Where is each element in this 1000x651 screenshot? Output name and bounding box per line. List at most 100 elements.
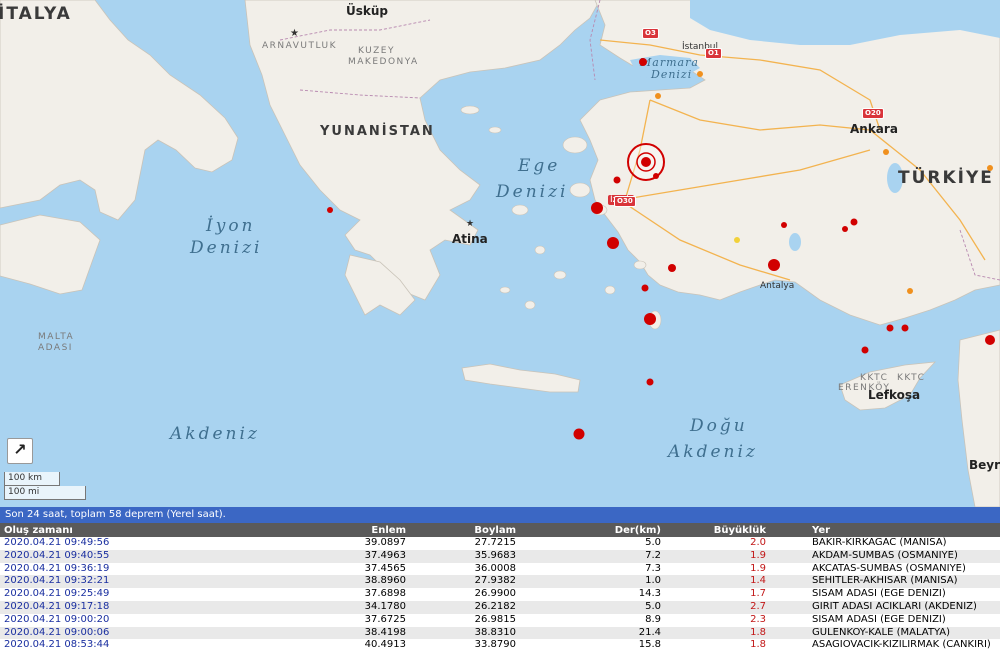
col-mag[interactable]: Büyüklük — [665, 523, 770, 537]
cell-time: 2020.04.21 09:36:19 — [4, 562, 110, 574]
table-row[interactable]: 2020.04.21 08:53:44 40.4913 33.8790 15.8… — [0, 639, 1000, 651]
cell-lat: 40.4913 — [364, 639, 406, 651]
cell-time: 2020.04.21 09:17:18 — [4, 600, 110, 612]
land-levant — [957, 329, 1000, 507]
table-row[interactable]: 2020.04.21 09:32:21 38.8960 27.9382 1.0 … — [0, 575, 1000, 589]
cell-mag: 2.7 — [750, 600, 766, 612]
cell-location: SISAM ADASI (EGE DENIZI) — [812, 613, 946, 625]
label-ionian-2: Denizi — [190, 238, 263, 258]
lake-beysehir — [789, 233, 801, 251]
cell-location: BAKIR-KIRKAGAC (MANISA) — [812, 537, 947, 548]
earthquake-list-panel: Son 24 saat, toplam 58 deprem (Yerel saa… — [0, 507, 1000, 651]
cell-lon: 26.9900 — [474, 588, 516, 600]
cell-lon: 38.8310 — [474, 626, 516, 638]
cell-time: 2020.04.21 09:25:49 — [4, 588, 110, 600]
label-aegean-2: Denizi — [496, 182, 569, 202]
label-east-med-1: Doğu — [690, 416, 748, 436]
cell-lat: 37.4963 — [364, 549, 406, 561]
road-shield-o3: O3 — [642, 28, 659, 39]
capital-star-icon: ★ — [290, 28, 299, 39]
cell-lat: 38.4198 — [364, 626, 406, 638]
label-kktc-2: KKTC — [897, 373, 926, 383]
cell-time: 2020.04.21 08:53:44 — [4, 639, 110, 651]
cell-lon: 36.0008 — [474, 562, 516, 574]
table-row[interactable]: 2020.04.21 09:00:20 37.6725 26.9815 8.9 … — [0, 613, 1000, 627]
table-row[interactable]: 2020.04.21 09:00:06 38.4198 38.8310 21.4… — [0, 626, 1000, 640]
cell-time: 2020.04.21 09:00:20 — [4, 613, 110, 625]
cell-lat: 37.4565 — [364, 562, 406, 574]
cell-lat: 39.0897 — [364, 537, 406, 548]
label-beirut: Beyr — [969, 458, 1000, 472]
label-malta-2: ADASI — [38, 343, 73, 353]
cell-depth: 1.0 — [645, 575, 661, 587]
expand-map-button[interactable]: ↗ — [7, 438, 33, 464]
cell-location: GULENKOY-KALE (MALATYA) — [812, 626, 951, 638]
col-lat[interactable]: Enlem — [250, 523, 410, 537]
col-location[interactable]: Yer — [770, 523, 1000, 537]
arrow-expand-icon: ↗ — [13, 440, 27, 459]
cell-time: 2020.04.21 09:49:56 — [4, 537, 110, 548]
cell-depth: 5.0 — [645, 537, 661, 548]
cell-depth: 7.2 — [645, 549, 661, 561]
cell-mag: 1.8 — [750, 639, 766, 651]
scale-km: 100 km — [4, 472, 60, 486]
cell-depth: 21.4 — [638, 626, 661, 638]
road-shield-o30: O30 — [614, 196, 636, 207]
land-italy — [0, 0, 239, 221]
col-depth[interactable]: Der(km) — [520, 523, 665, 537]
cell-depth: 15.8 — [638, 639, 661, 651]
scale-bar: 100 km 100 mi — [4, 472, 86, 500]
cell-mag: 2.3 — [750, 613, 766, 625]
label-skopje: Üsküp — [346, 4, 388, 18]
label-greece: YUNANİSTAN — [320, 124, 435, 139]
cell-lon: 33.8790 — [474, 639, 516, 651]
table-row[interactable]: 2020.04.21 09:17:18 34.1780 26.2182 5.0 … — [0, 600, 1000, 614]
cell-time: 2020.04.21 09:00:06 — [4, 626, 110, 638]
earthquake-table: Oluş zamanı Enlem Boylam Der(km) Büyüklü… — [0, 523, 1000, 651]
cell-time: 2020.04.21 09:40:55 — [4, 549, 110, 561]
label-malta-1: MALTA — [38, 332, 75, 342]
label-antalya: Antalya — [760, 281, 795, 291]
land-sicily — [0, 214, 101, 295]
table-row[interactable]: 2020.04.21 09:40:55 37.4963 35.9683 7.2 … — [0, 549, 1000, 563]
cell-mag: 2.0 — [750, 537, 766, 548]
cell-lon: 26.2182 — [474, 600, 516, 612]
cell-lon: 35.9683 — [474, 549, 516, 561]
cell-mag: 1.9 — [750, 562, 766, 574]
label-aegean-1: Ege — [518, 156, 561, 176]
cell-mag: 1.9 — [750, 549, 766, 561]
cell-mag: 1.8 — [750, 626, 766, 638]
cell-lon: 26.9815 — [474, 613, 516, 625]
label-ankara: Ankara — [850, 122, 898, 136]
cell-location: SEHITLER-AKHISAR (MANISA) — [812, 575, 958, 587]
scale-mi: 100 mi — [4, 486, 86, 500]
cell-depth: 5.0 — [645, 600, 661, 612]
table-row[interactable]: 2020.04.21 09:49:56 39.0897 27.7215 5.0 … — [0, 537, 1000, 550]
label-nicosia: Lefkoşa — [868, 388, 921, 402]
cell-lat: 37.6898 — [364, 588, 406, 600]
label-marmara-2: Denizi — [651, 68, 693, 81]
label-ionian-1: İyon — [206, 216, 256, 236]
earthquake-map[interactable]: İTALYA YUNANİSTAN TÜRKİYE ARNAVUTLUK KUZ… — [0, 0, 1000, 507]
panel-title: Son 24 saat, toplam 58 deprem (Yerel saa… — [0, 507, 1000, 523]
cell-lon: 27.9382 — [474, 575, 516, 587]
capital-star-icon: ★ — [466, 219, 475, 229]
table-row[interactable]: 2020.04.21 09:25:49 37.6898 26.9900 14.3… — [0, 588, 1000, 601]
cell-depth: 14.3 — [638, 588, 661, 600]
table-row[interactable]: 2020.04.21 09:36:19 37.4565 36.0008 7.3 … — [0, 562, 1000, 576]
map-base — [0, 0, 1000, 507]
land-crete — [461, 363, 581, 393]
cell-mag: 1.4 — [750, 575, 766, 587]
table-header-row: Oluş zamanı Enlem Boylam Der(km) Büyüklü… — [0, 523, 1000, 537]
label-kktc-1: KKTC — [860, 373, 889, 383]
label-italy: İTALYA — [0, 4, 72, 24]
cell-depth: 7.3 — [645, 562, 661, 574]
col-time[interactable]: Oluş zamanı — [0, 523, 250, 537]
cell-lat: 37.6725 — [364, 613, 406, 625]
label-turkey: TÜRKİYE — [898, 168, 994, 188]
cell-location: ASAGIOVACIK-KIZILIRMAK (CANKIRI) — [812, 639, 991, 651]
label-albania: ARNAVUTLUK — [262, 41, 338, 51]
cell-depth: 8.9 — [645, 613, 661, 625]
road-shield-o20: O20 — [862, 108, 884, 119]
col-lon[interactable]: Boylam — [410, 523, 520, 537]
